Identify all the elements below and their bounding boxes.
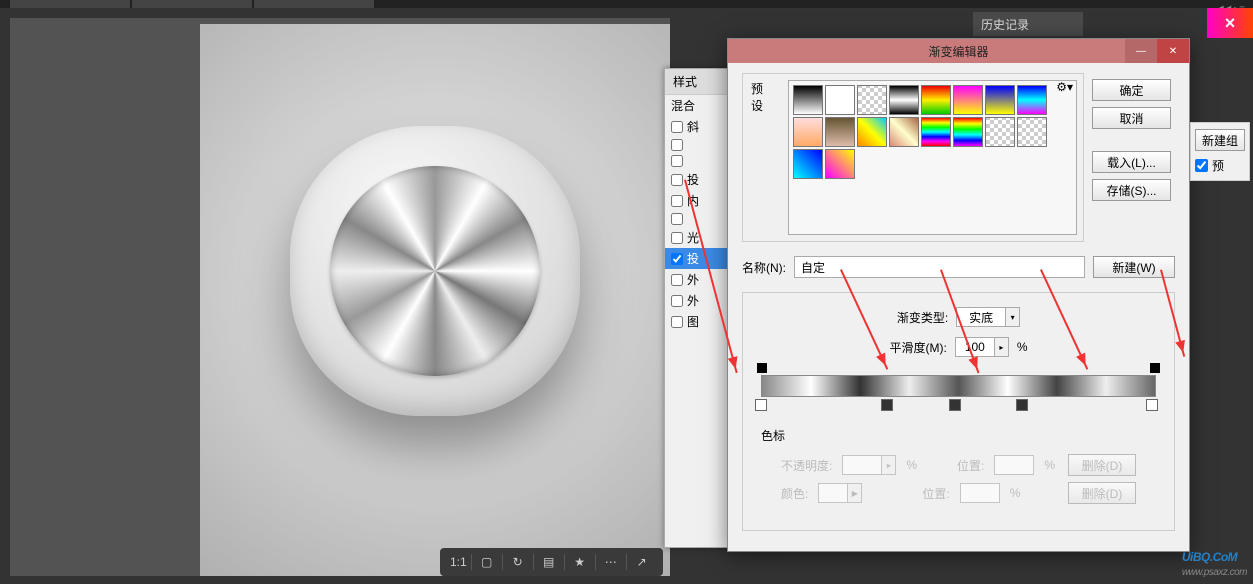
fit-screen-icon[interactable]: ▢	[476, 551, 498, 573]
opacity-value-input	[842, 455, 882, 475]
artwork-metal-knob	[330, 166, 540, 376]
style-check-2[interactable]	[671, 155, 683, 167]
preset-swatch-3[interactable]	[889, 85, 919, 115]
style-check-6[interactable]	[671, 232, 683, 244]
opacity-stop-left[interactable]	[757, 363, 767, 373]
stepper-icon[interactable]: ▸	[995, 337, 1009, 357]
minimize-button[interactable]: ―	[1125, 39, 1157, 63]
new-group-button[interactable]: 新建组	[1195, 129, 1245, 151]
watermark: UiBQ.CoM www.psaxz.com	[1182, 544, 1247, 578]
style-check-gradient[interactable]	[671, 253, 683, 265]
name-label: 名称(N):	[742, 259, 786, 276]
canvas-area	[10, 18, 670, 576]
preset-swatch-0[interactable]	[793, 85, 823, 115]
color-pos-label: 位置:	[922, 485, 949, 502]
gradient-bar[interactable]	[761, 375, 1156, 397]
preset-swatch-16[interactable]	[793, 149, 823, 179]
opacity-pos-input	[994, 455, 1034, 475]
preset-swatch-14[interactable]	[985, 117, 1015, 147]
gradient-type-label: 渐变类型:	[897, 309, 948, 326]
stops-section-label: 色标	[761, 427, 1156, 444]
color-stop-0[interactable]	[755, 399, 767, 411]
style-check-5[interactable]	[671, 213, 683, 225]
dropdown-icon[interactable]: ▾	[1006, 307, 1020, 327]
dialog-title: 渐变编辑器	[928, 43, 988, 60]
preset-swatch-13[interactable]	[953, 117, 983, 147]
style-check-8[interactable]	[671, 295, 683, 307]
preset-swatch-7[interactable]	[1017, 85, 1047, 115]
zoom-label[interactable]: 1:1	[450, 555, 467, 569]
preset-swatch-1[interactable]	[825, 85, 855, 115]
smoothness-label: 平滑度(M):	[890, 339, 947, 356]
artwork-button-base	[290, 126, 580, 416]
style-check-1[interactable]	[671, 139, 683, 151]
close-button[interactable]: ✕	[1157, 39, 1189, 63]
style-check-7[interactable]	[671, 274, 683, 286]
style-check-9[interactable]	[671, 316, 683, 328]
preset-swatch-11[interactable]	[889, 117, 919, 147]
more-icon[interactable]: ⋯	[600, 551, 622, 573]
delete-opacity-stop: 删除(D)	[1068, 454, 1136, 476]
preset-swatch-4[interactable]	[921, 85, 951, 115]
style-gradient-overlay[interactable]: 投	[687, 250, 699, 267]
ok-button[interactable]: 确定	[1092, 79, 1171, 101]
color-stop-3[interactable]	[1016, 399, 1028, 411]
delete-color-stop: 删除(D)	[1068, 482, 1136, 504]
gradient-editor-dialog: 渐变编辑器 ― ✕ 预设 ⚙▾ 确定 取消 载入(L)... 存储(S)... …	[727, 38, 1190, 552]
color-stop-4[interactable]	[1146, 399, 1158, 411]
history-panel-tab[interactable]: 历史记录	[973, 12, 1083, 36]
document-canvas[interactable]	[200, 24, 670, 576]
dialog-titlebar[interactable]: 渐变编辑器 ― ✕	[728, 39, 1189, 63]
canvas-toolbar: 1:1 ▢ ↻ ▤ ★ ⋯ ↗	[440, 548, 663, 576]
opacity-stop-right[interactable]	[1150, 363, 1160, 373]
preset-swatch-2[interactable]	[857, 85, 887, 115]
share-icon[interactable]: ↗	[631, 551, 653, 573]
color-pos-input	[960, 483, 1000, 503]
save-icon[interactable]: ▤	[538, 551, 560, 573]
preset-swatch-6[interactable]	[985, 85, 1015, 115]
gradient-type-select[interactable]	[956, 307, 1006, 327]
preset-swatch-5[interactable]	[953, 85, 983, 115]
opacity-pos-label: 位置:	[957, 457, 984, 474]
preset-swatch-8[interactable]	[793, 117, 823, 147]
presets-gear-icon[interactable]: ⚙▾	[1056, 80, 1073, 94]
cancel-button[interactable]: 取消	[1092, 107, 1171, 129]
presets-grid	[788, 80, 1077, 235]
preset-swatch-15[interactable]	[1017, 117, 1047, 147]
smoothness-input[interactable]	[955, 337, 995, 357]
rotate-icon[interactable]: ↻	[507, 551, 529, 573]
load-button[interactable]: 载入(L)...	[1092, 151, 1171, 173]
save-button[interactable]: 存储(S)...	[1092, 179, 1171, 201]
preset-swatch-17[interactable]	[825, 149, 855, 179]
right-new-panel: 新建组 预	[1190, 122, 1250, 181]
style-check-4[interactable]	[671, 195, 683, 207]
preset-swatch-12[interactable]	[921, 117, 951, 147]
color-stop-2[interactable]	[949, 399, 961, 411]
color-swatch	[818, 483, 848, 503]
star-icon[interactable]: ★	[569, 551, 591, 573]
color-stop-label: 颜色:	[781, 485, 808, 502]
style-check-0[interactable]	[671, 121, 683, 133]
preset-swatch-10[interactable]	[857, 117, 887, 147]
style-check-3[interactable]	[671, 174, 683, 186]
opacity-stop-label: 不透明度:	[781, 457, 832, 474]
window-close-button[interactable]: ×	[1207, 8, 1253, 38]
color-stop-1[interactable]	[881, 399, 893, 411]
preview-checkbox[interactable]	[1195, 159, 1208, 172]
presets-label: 预设	[743, 74, 782, 120]
preset-swatch-9[interactable]	[825, 117, 855, 147]
